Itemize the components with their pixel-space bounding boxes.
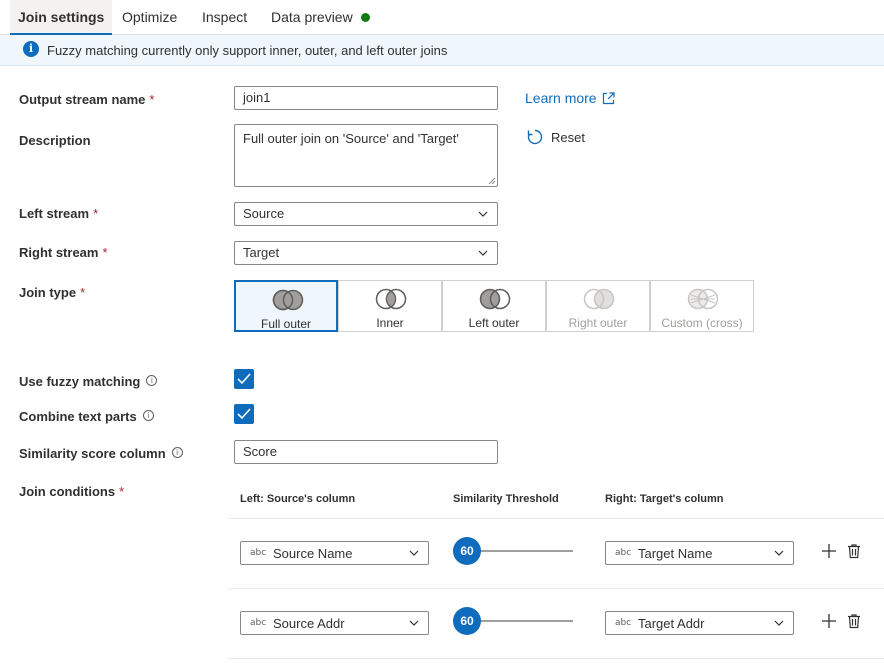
- threshold-slider-thumb[interactable]: 60: [453, 537, 481, 565]
- combine-text-parts-checkbox[interactable]: [234, 404, 254, 424]
- left-column-value: Source Name: [273, 546, 353, 561]
- divider: [228, 588, 884, 589]
- join-type-full-outer[interactable]: Full outer: [234, 280, 338, 332]
- tab-label: Data preview: [271, 9, 353, 25]
- trash-icon[interactable]: [846, 543, 862, 559]
- required-marker: *: [93, 206, 99, 221]
- tab-label: Optimize: [122, 9, 178, 25]
- reset-button[interactable]: Reset: [526, 128, 585, 146]
- right-column-value: Target Addr: [638, 616, 705, 631]
- join-type-inner[interactable]: Inner: [338, 280, 442, 332]
- threshold-column-header: Similarity Threshold: [453, 493, 559, 505]
- right-column-header: Right: Target's column: [605, 493, 724, 505]
- join-type-custom-cross: Custom (cross): [650, 280, 754, 332]
- join-type-option-label: Custom (cross): [661, 316, 743, 330]
- help-icon[interactable]: i: [171, 447, 183, 458]
- chevron-down-icon: [478, 250, 488, 256]
- learn-more-link[interactable]: Learn more: [525, 90, 615, 106]
- tab-label: Join settings: [18, 9, 105, 25]
- use-fuzzy-matching-checkbox[interactable]: [234, 369, 254, 389]
- info-text: Fuzzy matching currently only support in…: [47, 43, 448, 58]
- right-outer-join-icon: [583, 288, 615, 310]
- combine-text-parts-label: Combine text parts i: [19, 409, 154, 424]
- left-stream-value: Source: [243, 206, 285, 221]
- join-type-option-label: Right outer: [568, 316, 628, 330]
- string-type-icon: abc: [250, 618, 267, 628]
- right-column-value: Target Name: [638, 546, 713, 561]
- checkmark-icon: [237, 373, 251, 385]
- left-column-select[interactable]: abc Source Name: [240, 541, 429, 565]
- join-conditions-label: Join conditions *: [19, 484, 125, 499]
- similarity-score-column-label: Similarity score column i: [19, 446, 183, 461]
- tab-optimize[interactable]: Optimize: [122, 0, 177, 35]
- trash-icon[interactable]: [846, 613, 862, 629]
- right-stream-value: Target: [243, 245, 280, 260]
- chevron-down-icon: [478, 211, 488, 217]
- join-type-option-label: Full outer: [260, 317, 312, 331]
- required-marker: *: [149, 92, 155, 107]
- help-icon[interactable]: i: [146, 375, 158, 386]
- description-textarea[interactable]: Full outer join on 'Source' and 'Target': [234, 124, 498, 187]
- output-stream-name-input[interactable]: join1: [234, 86, 498, 110]
- checkmark-icon: [237, 408, 251, 420]
- required-marker: *: [102, 245, 108, 260]
- string-type-icon: abc: [615, 618, 632, 628]
- left-column-value: Source Addr: [273, 616, 345, 631]
- chevron-down-icon: [409, 550, 419, 556]
- left-column-select[interactable]: abc Source Addr: [240, 611, 429, 635]
- join-type-option-label: Inner: [376, 316, 404, 330]
- reset-icon: [527, 129, 543, 145]
- description-label: Description: [19, 133, 91, 148]
- external-link-icon: [602, 92, 615, 105]
- add-icon[interactable]: [821, 543, 837, 559]
- inner-join-icon: [375, 288, 407, 310]
- join-type-label: Join type *: [19, 285, 86, 300]
- similarity-score-column-input[interactable]: Score: [234, 440, 498, 464]
- tab-inspect[interactable]: Inspect: [202, 0, 247, 35]
- tab-join-settings[interactable]: Join settings: [10, 0, 113, 35]
- tab-bar: Join settings Optimize Inspect Data prev…: [0, 0, 884, 35]
- right-stream-label: Right stream *: [19, 245, 108, 260]
- full-outer-join-icon: [272, 289, 304, 311]
- divider: [228, 518, 884, 519]
- output-stream-name-label: Output stream name *: [19, 92, 155, 107]
- chevron-down-icon: [774, 620, 784, 626]
- threshold-slider-thumb[interactable]: 60: [453, 607, 481, 635]
- string-type-icon: abc: [615, 548, 632, 558]
- right-column-select[interactable]: abc Target Name: [605, 541, 794, 565]
- tab-data-preview[interactable]: Data preview: [271, 0, 370, 35]
- chevron-down-icon: [774, 550, 784, 556]
- left-stream-label: Left stream *: [19, 206, 99, 221]
- info-icon: i: [23, 41, 39, 57]
- resize-handle-icon[interactable]: [488, 177, 496, 185]
- right-stream-select[interactable]: Target: [234, 241, 498, 265]
- description-value: Full outer join on 'Source' and 'Target': [243, 131, 459, 146]
- tab-label: Inspect: [202, 9, 248, 25]
- join-type-option-label: Left outer: [468, 316, 520, 330]
- string-type-icon: abc: [250, 548, 267, 558]
- divider: [228, 658, 884, 659]
- use-fuzzy-matching-label: Use fuzzy matching i: [19, 374, 158, 389]
- info-banner: i Fuzzy matching currently only support …: [0, 35, 884, 66]
- left-stream-select[interactable]: Source: [234, 202, 498, 226]
- join-type-left-outer[interactable]: Left outer: [442, 280, 546, 332]
- status-dot: [360, 13, 370, 22]
- required-marker: *: [119, 484, 125, 499]
- chevron-down-icon: [409, 620, 419, 626]
- add-icon[interactable]: [821, 613, 837, 629]
- left-column-header: Left: Source's column: [240, 493, 356, 505]
- join-type-right-outer: Right outer: [546, 280, 650, 332]
- help-icon[interactable]: i: [142, 410, 154, 421]
- required-marker: *: [80, 285, 86, 300]
- left-outer-join-icon: [479, 288, 511, 310]
- cross-join-icon: [687, 288, 719, 310]
- right-column-select[interactable]: abc Target Addr: [605, 611, 794, 635]
